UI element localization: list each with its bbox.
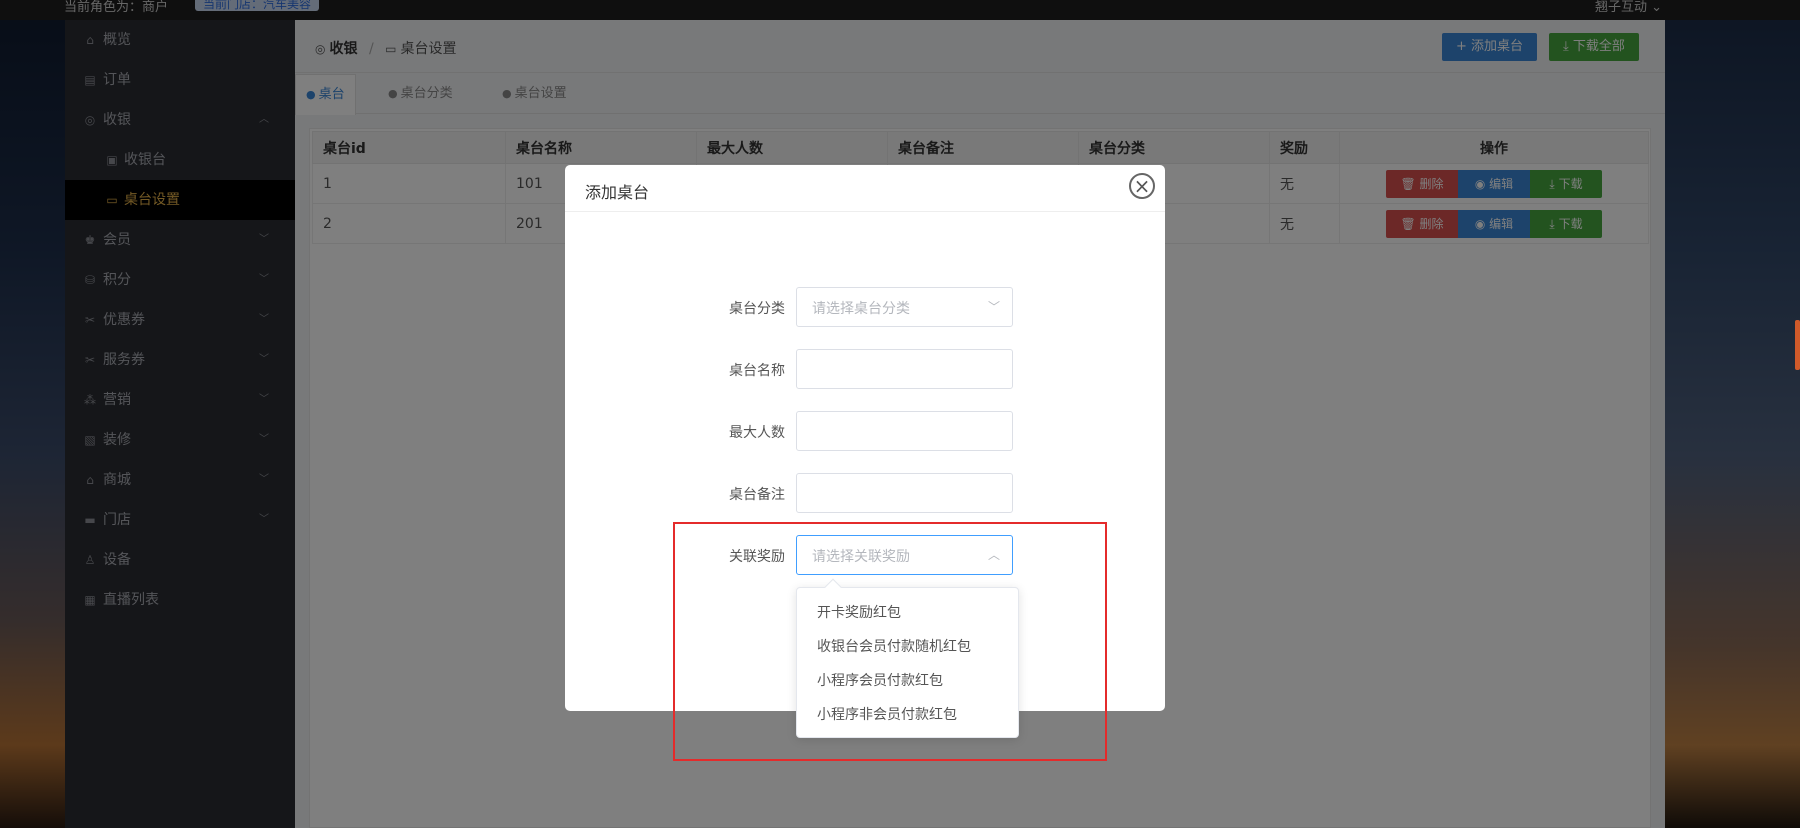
close-icon[interactable]: × bbox=[1129, 173, 1155, 199]
dialog-title: 添加桌台 bbox=[585, 183, 650, 202]
max-people-input[interactable] bbox=[796, 411, 1013, 451]
dialog-divider bbox=[565, 211, 1165, 212]
remark-input[interactable] bbox=[796, 473, 1013, 513]
category-placeholder: 请选择桌台分类 bbox=[812, 301, 910, 317]
remark-label: 桌台备注 bbox=[729, 487, 785, 503]
name-label: 桌台名称 bbox=[729, 363, 785, 379]
chevron-down-icon: ﹀ bbox=[987, 300, 1000, 314]
max-people-label: 最大人数 bbox=[729, 425, 785, 441]
edge-scroll-handle[interactable] bbox=[1795, 320, 1800, 370]
name-input[interactable] bbox=[796, 349, 1013, 389]
category-select[interactable]: 请选择桌台分类 ﹀ bbox=[796, 287, 1013, 327]
highlight-box bbox=[673, 522, 1107, 761]
category-label: 桌台分类 bbox=[729, 301, 785, 317]
